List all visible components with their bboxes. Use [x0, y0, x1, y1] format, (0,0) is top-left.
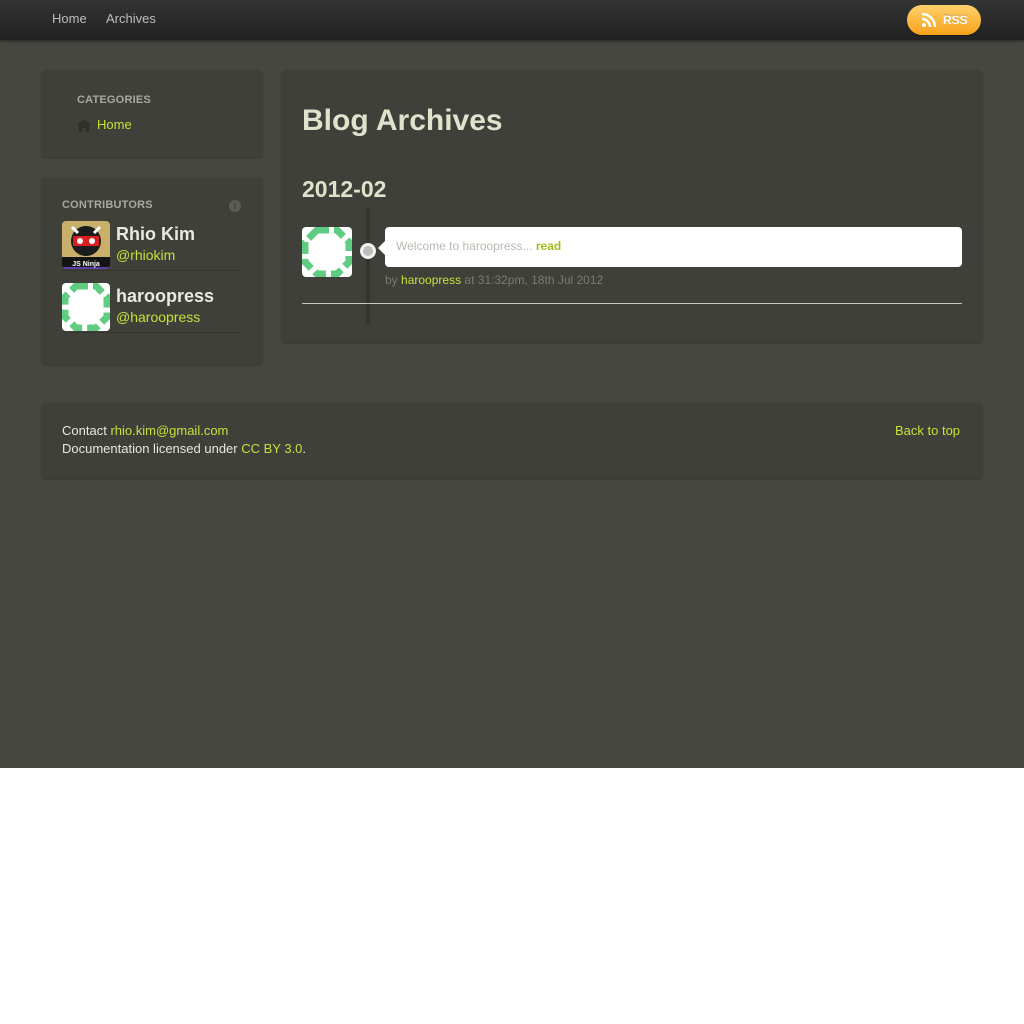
post-excerpt-text: Welcome to haroopress...	[396, 239, 533, 253]
footer-email-link[interactable]: rhio.kim@gmail.com	[110, 423, 228, 438]
back-to-top-link[interactable]: Back to top	[895, 423, 960, 438]
contributor-handle[interactable]: @rhiokim	[116, 247, 175, 263]
page-title: Blog Archives	[302, 104, 503, 137]
contributors-panel: Contributors i JS Ninja Rhio Kim @rhioki…	[42, 178, 262, 364]
post-excerpt-bubble: Welcome to haroopress... read	[378, 227, 962, 267]
post-read-link[interactable]: read	[536, 239, 561, 253]
timeline-dot	[360, 243, 376, 259]
month-heading: 2012-02	[302, 176, 387, 202]
footer-license-prefix: Documentation licensed under	[62, 441, 238, 456]
contributor-row[interactable]: JS Ninja Rhio Kim @rhiokim	[62, 220, 240, 271]
contributor-handle[interactable]: @haroopress	[116, 309, 200, 325]
category-home-link[interactable]: Home	[97, 117, 132, 132]
categories-header: Categories	[77, 94, 151, 106]
post-meta: by haroopress at 31:32pm, 18th Jul 2012	[385, 273, 603, 287]
contributor-name[interactable]: Rhio Kim	[116, 224, 195, 245]
post-author-link[interactable]: haroopress	[401, 273, 461, 287]
contributors-header: Contributors	[62, 199, 153, 211]
ninja-avatar[interactable]: JS Ninja	[62, 221, 110, 269]
top-navbar: Home Archives RSS	[0, 0, 1024, 40]
nav-archives-link[interactable]: Archives	[106, 11, 156, 26]
nav-home-link[interactable]: Home	[52, 11, 87, 26]
post-author-avatar[interactable]	[302, 227, 352, 277]
archives-panel: Blog Archives 2012-02 Welcome to haroopr…	[282, 70, 982, 342]
footer-contact: Contact rhio.kim@gmail.com	[62, 423, 228, 438]
home-icon	[77, 119, 91, 132]
footer-license-link[interactable]: CC BY 3.0	[241, 441, 302, 456]
rss-button[interactable]: RSS	[907, 5, 981, 35]
post-divider	[302, 303, 962, 304]
post-meta-time: at 31:32pm, 18th Jul 2012	[464, 273, 604, 287]
rss-label: RSS	[943, 13, 968, 27]
post-meta-by: by	[385, 273, 398, 287]
avatar-ninja-text: JS Ninja	[72, 261, 100, 268]
identicon-avatar[interactable]	[62, 283, 110, 331]
categories-panel: Categories Home	[42, 70, 262, 157]
contributor-name[interactable]: haroopress	[116, 286, 214, 307]
timeline-line	[366, 208, 370, 324]
post-excerpt: Welcome to haroopress... read	[396, 239, 561, 253]
footer-contact-label: Contact	[62, 423, 107, 438]
footer-license: Documentation licensed under CC BY 3.0.	[62, 441, 306, 456]
info-icon[interactable]: i	[229, 200, 241, 212]
footer-license-suffix: .	[302, 441, 307, 456]
contributor-row[interactable]: haroopress @haroopress	[62, 282, 240, 333]
footer: Contact rhio.kim@gmail.com Documentation…	[42, 403, 982, 478]
bubble-arrow	[378, 241, 385, 255]
rss-icon	[921, 12, 937, 28]
